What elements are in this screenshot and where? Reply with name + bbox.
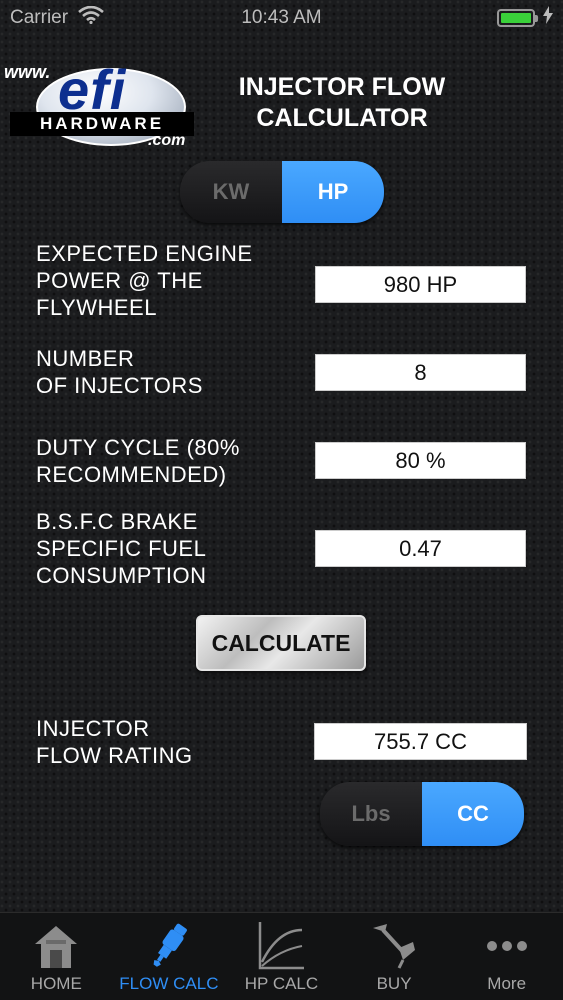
lbs-option[interactable]: Lbs [320, 782, 422, 846]
duty-cycle-label: DUTY CYCLE (80% RECOMMENDED) [36, 434, 240, 488]
graph-icon [256, 920, 306, 972]
engine-power-input[interactable]: 980 HP [315, 266, 526, 303]
tab-bar: HOME FLOW CALC HP CALC BUY More [0, 912, 563, 1000]
page-title: INJECTOR FLOW CALCULATOR [222, 72, 462, 134]
battery-icon [497, 9, 538, 27]
calculate-button[interactable]: CALCULATE [196, 615, 366, 671]
status-time: 10:43 AM [241, 7, 322, 28]
label-line: SPECIFIC FUEL [36, 536, 207, 561]
label-line: INJECTOR [36, 716, 150, 741]
flow-rating-label: INJECTOR FLOW RATING [36, 715, 193, 769]
tab-buy[interactable]: BUY [338, 913, 451, 1000]
label-line: CONSUMPTION [36, 563, 207, 588]
tab-flow-calc[interactable]: FLOW CALC [113, 913, 226, 1000]
logo-com: .com [148, 132, 186, 149]
tab-label: HP CALC [244, 974, 319, 993]
buy-icon [369, 920, 419, 972]
tab-label: FLOW CALC [119, 974, 219, 993]
title-line-2: CALCULATOR [256, 104, 428, 132]
power-unit-toggle[interactable]: KW HP [180, 161, 384, 223]
more-icon [482, 920, 532, 972]
label-line: RECOMMENDED) [36, 462, 227, 487]
tab-label: BUY [376, 974, 412, 993]
title-line-1: INJECTOR FLOW [238, 73, 446, 101]
label-line: FLOW RATING [36, 743, 193, 768]
logo-www: www. [4, 62, 51, 82]
status-bar: Carrier 10:43 AM [0, 0, 563, 36]
tab-label: HOME [30, 974, 82, 993]
tab-label: More [487, 974, 527, 993]
tab-more[interactable]: More [450, 913, 563, 1000]
flow-unit-toggle[interactable]: Lbs CC [320, 782, 524, 846]
bsfc-input[interactable]: 0.47 [315, 530, 526, 567]
label-line: OF INJECTORS [36, 373, 203, 398]
hp-option[interactable]: HP [282, 161, 384, 223]
home-icon [31, 920, 81, 972]
label-line: EXPECTED ENGINE [36, 241, 253, 266]
tab-home[interactable]: HOME [0, 913, 113, 1000]
injector-icon [144, 920, 194, 972]
injector-count-input[interactable]: 8 [315, 354, 526, 391]
bsfc-label: B.S.F.C BRAKE SPECIFIC FUEL CONSUMPTION [36, 508, 207, 589]
engine-power-label: EXPECTED ENGINE POWER @ THE FLYWHEEL [36, 240, 253, 321]
label-line: DUTY CYCLE (80% [36, 435, 240, 460]
label-line: POWER @ THE [36, 268, 203, 293]
kw-option[interactable]: KW [180, 161, 282, 223]
label-line: B.S.F.C BRAKE [36, 509, 198, 534]
tab-hp-calc[interactable]: HP CALC [225, 913, 338, 1000]
duty-cycle-input[interactable]: 80 % [315, 442, 526, 479]
cc-option[interactable]: CC [422, 782, 524, 846]
flow-rating-output: 755.7 CC [314, 723, 527, 760]
logo-efi: efi [58, 58, 127, 121]
label-line: NUMBER [36, 346, 135, 371]
injector-count-label: NUMBER OF INJECTORS [36, 345, 203, 399]
label-line: FLYWHEEL [36, 295, 157, 320]
efi-hardware-logo: www. efi HARDWARE .com [0, 58, 200, 154]
